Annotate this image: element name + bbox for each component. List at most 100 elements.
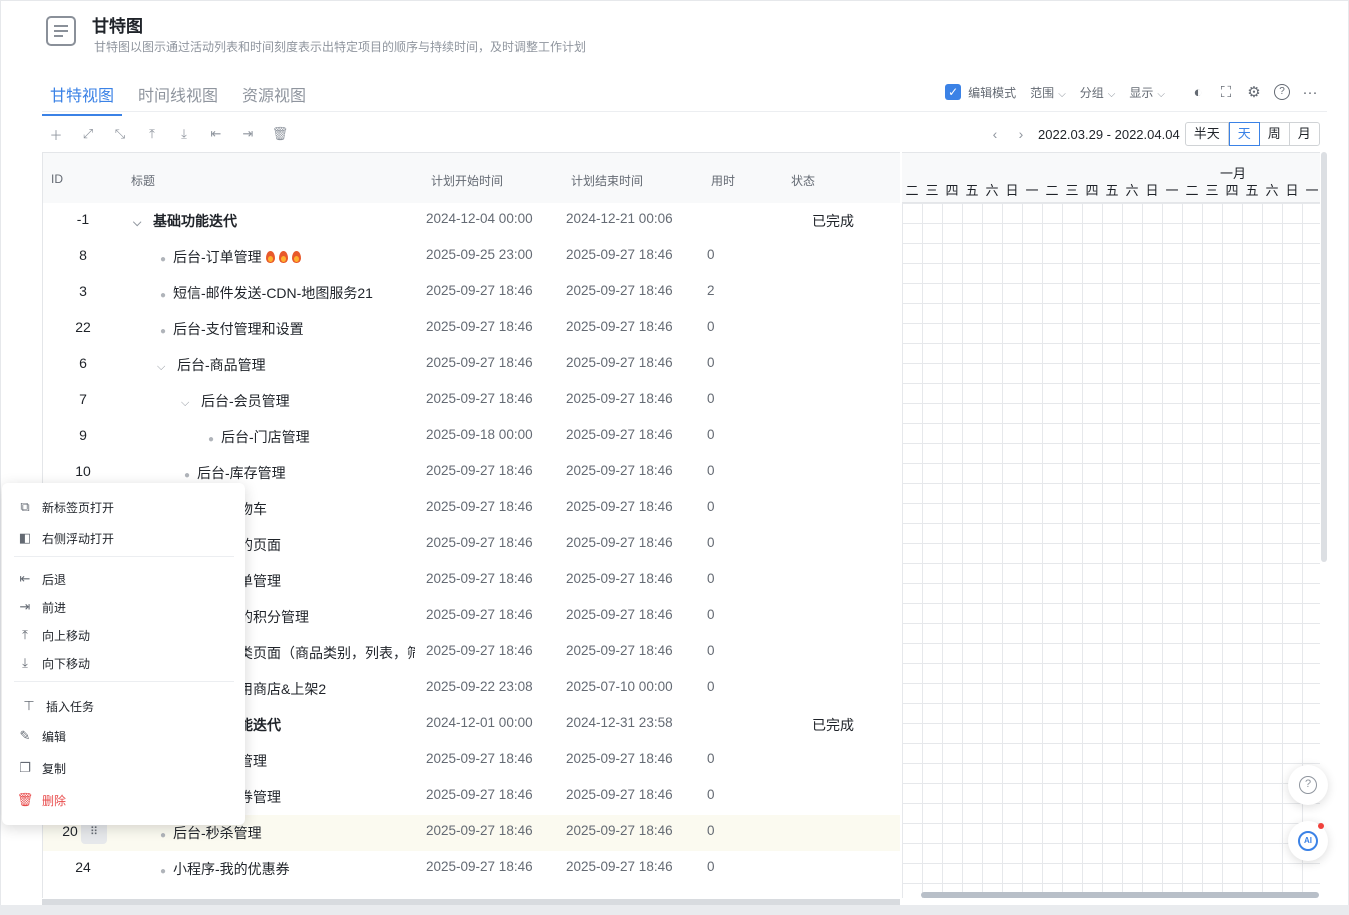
gantt-grid[interactable]	[902, 203, 1320, 898]
day-label: 六	[985, 183, 999, 198]
copy-icon: ❐	[19, 760, 31, 775]
scale-day-button[interactable]: 天	[1228, 122, 1260, 146]
day-label: 三	[1065, 183, 1079, 198]
settings-gear-icon[interactable]: ⚙	[1245, 83, 1263, 101]
menu-move-down[interactable]: ⤓ 向下移动	[16, 653, 90, 673]
row-time: 0	[707, 607, 715, 622]
row-end: 2025-09-27 18:46	[566, 607, 673, 622]
external-link-icon: ⧉	[20, 499, 30, 514]
move-down-icon[interactable]: ⤓	[174, 124, 194, 144]
row-end: 2025-09-27 18:46	[566, 571, 673, 586]
fire-icon	[278, 251, 288, 263]
chevron-down-icon[interactable]: ⌵	[157, 361, 173, 374]
row-time: 0	[707, 319, 715, 334]
row-id: 6	[79, 355, 87, 371]
column-end[interactable]: 计划结束时间	[571, 172, 643, 189]
row-id: 10	[75, 463, 91, 479]
next-range-icon[interactable]: ›	[1012, 126, 1030, 142]
menu-open-right-float[interactable]: ◧ 右侧浮动打开	[16, 528, 114, 548]
display-label: 显示	[1129, 85, 1154, 100]
day-label: 三	[1205, 183, 1219, 198]
move-up-icon[interactable]: ⤒	[142, 124, 162, 144]
day-label: 四	[945, 183, 959, 198]
scale-month-button[interactable]: 月	[1290, 123, 1319, 145]
indent-icon: ⇥	[19, 599, 31, 614]
menu-delete[interactable]: 🗑 删除	[16, 790, 66, 810]
table-row[interactable]: 7 ⌵ 后台-会员管理 2025-09-27 18:46 2025-09-27 1…	[43, 383, 900, 419]
chevron-down-icon: ⌵	[1107, 88, 1116, 100]
menu-divider	[14, 556, 234, 557]
day-label: 六	[1265, 183, 1279, 198]
row-end: 2025-09-27 18:46	[566, 247, 673, 262]
row-id: -1	[76, 211, 90, 227]
page-title: 甘特图	[92, 17, 143, 36]
chevron-down-icon[interactable]: ⌵	[181, 397, 197, 410]
gantt-horizontal-scrollbar[interactable]	[921, 892, 1319, 898]
day-label: 四	[1085, 183, 1099, 198]
column-title[interactable]: 标题	[131, 172, 155, 189]
fire-icon	[291, 251, 301, 263]
scale-half-day-button[interactable]: 半天	[1186, 123, 1229, 145]
table-row[interactable]: 22 ● 后台-支付管理和设置 2025-09-27 18:46 2025-09-…	[43, 311, 900, 347]
bullet-icon: ●	[183, 470, 191, 481]
menu-edit[interactable]: ✎ 编辑	[16, 726, 66, 746]
outdent-icon[interactable]: ⇤	[206, 124, 226, 144]
table-row[interactable]: 6 ⌵ 后台-商品管理 2025-09-27 18:46 2025-09-27 1…	[43, 347, 900, 383]
table-row[interactable]: 9 ● 后台-门店管理 2025-09-18 00:00 2025-09-27 1…	[43, 419, 900, 455]
prev-range-icon[interactable]: ‹	[986, 126, 1004, 142]
bullet-icon: ●	[207, 434, 215, 445]
expand-icon[interactable]: ⤢	[78, 124, 98, 144]
column-start[interactable]: 计划开始时间	[431, 172, 503, 189]
menu-move-up[interactable]: ⤒ 向上移动	[16, 625, 90, 645]
help-float-button[interactable]: ?	[1288, 765, 1328, 805]
ai-assistant-button[interactable]: AI	[1288, 821, 1328, 861]
row-time: 0	[707, 859, 715, 874]
gantt-chart: 一月 二三四五六日一二三四五六日一二三四五六日一	[902, 152, 1320, 898]
indent-icon[interactable]: ⇥	[238, 124, 258, 144]
gantt-vertical-scrollbar[interactable]	[1321, 152, 1327, 562]
group-dropdown[interactable]: 分组 ⌵	[1080, 84, 1116, 101]
row-start: 2025-09-27 18:46	[426, 355, 533, 370]
table-row[interactable]: 3 ● 短信-邮件发送-CDN-地图服务21 2025-09-27 18:46 2…	[43, 275, 900, 311]
more-icon[interactable]: ···	[1301, 83, 1319, 101]
menu-insert-task[interactable]: ⊤ 插入任务	[20, 696, 94, 716]
help-icon: ?	[1299, 776, 1317, 794]
menu-back[interactable]: ⇤ 后退	[16, 569, 66, 589]
row-start: 2025-09-27 18:46	[426, 283, 533, 298]
table-row[interactable]: 24 ● 小程序-我的优惠券 2025-09-27 18:46 2025-09-2…	[43, 851, 900, 887]
edit-mode-checkbox[interactable]: ✓	[945, 84, 962, 100]
side-panel-icon: ◧	[18, 530, 32, 545]
row-end: 2025-09-27 18:46	[566, 643, 673, 658]
menu-copy[interactable]: ❐ 复制	[16, 758, 66, 778]
scale-week-button[interactable]: 周	[1260, 123, 1290, 145]
row-title: 单管理	[239, 573, 281, 589]
trash-icon: 🗑	[16, 792, 34, 807]
row-title: 用商店&上架2	[239, 681, 327, 697]
fullscreen-icon[interactable]: ⛶	[1217, 83, 1235, 101]
row-title: ⌵ 后台-商品管理	[157, 357, 266, 374]
display-dropdown[interactable]: 显示 ⌵	[1129, 84, 1165, 101]
range-dropdown[interactable]: 范围 ⌵	[1030, 84, 1066, 101]
collapse-icon[interactable]: ⤡	[110, 124, 130, 144]
tabs-divider	[42, 111, 1327, 112]
help-icon[interactable]: ?	[1273, 83, 1291, 101]
bullet-icon: ●	[159, 290, 167, 301]
day-label: 二	[905, 183, 919, 198]
row-title: ● 后台-秒杀管理	[155, 823, 262, 843]
contrast-icon[interactable]: ◐	[1189, 83, 1207, 101]
delete-icon[interactable]: 🗑	[270, 124, 290, 144]
bullet-icon: ●	[159, 326, 167, 337]
menu-forward[interactable]: ⇥ 前进	[16, 597, 66, 617]
column-time[interactable]: 用时	[711, 172, 735, 189]
row-title: 券管理	[239, 789, 281, 805]
chevron-down-icon[interactable]: ⌵	[133, 217, 149, 230]
add-icon[interactable]: ＋	[46, 124, 66, 144]
column-status[interactable]: 状态	[791, 172, 815, 189]
column-id[interactable]: ID	[51, 172, 63, 186]
table-row[interactable]: 8 ● 后台-订单管理 2025-09-25 23:00 2025-09-27 1…	[43, 239, 900, 275]
row-start: 2025-09-27 18:46	[426, 823, 533, 838]
table-row[interactable]: -1 ⌵ 基础功能迭代 2024-12-04 00:00 2024-12-21 0…	[43, 203, 900, 239]
row-status: 已完成	[812, 213, 854, 229]
menu-open-new-tab[interactable]: ⧉ 新标签页打开	[16, 497, 114, 517]
row-time: 0	[707, 391, 715, 406]
